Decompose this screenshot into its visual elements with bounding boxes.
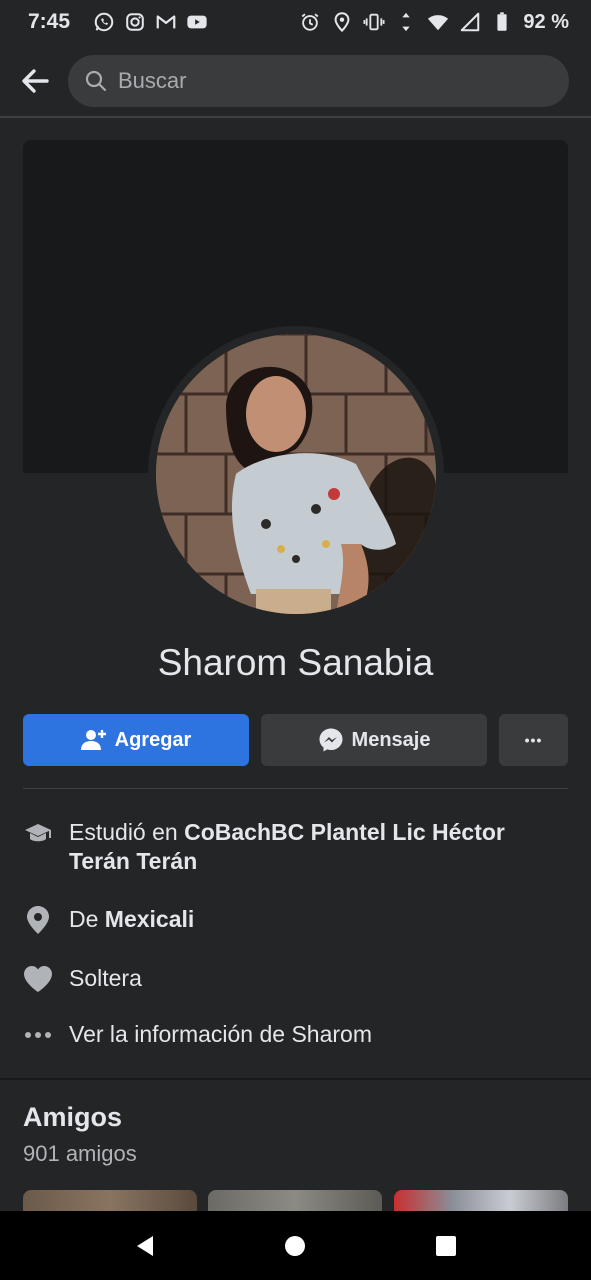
see-about-info-link[interactable]: Ver la información de Sharom xyxy=(23,1020,568,1050)
nav-recents-button[interactable] xyxy=(426,1226,466,1266)
intro-hometown: De Mexicali xyxy=(23,905,568,935)
profile-picture-frame xyxy=(148,326,444,622)
message-label: Mensaje xyxy=(351,728,431,751)
friend-thumbnail[interactable] xyxy=(23,1190,197,1212)
education-prefix: Estudió en xyxy=(69,819,185,845)
system-navigation-bar xyxy=(0,1211,591,1280)
section-divider xyxy=(23,788,568,789)
friends-title[interactable]: Amigos xyxy=(23,1102,122,1133)
youtube-icon xyxy=(186,11,208,33)
see-about-info-label: Ver la información de Sharom xyxy=(69,1021,372,1047)
section-separator xyxy=(0,1078,591,1080)
instagram-icon xyxy=(124,11,146,33)
hometown-prefix: De xyxy=(69,906,105,932)
intro-education: Estudió en CoBachBC Plantel Lic Héctor T… xyxy=(23,818,568,876)
messenger-icon xyxy=(318,727,344,753)
top-bar xyxy=(0,48,591,114)
add-friend-icon xyxy=(80,728,107,752)
triangle-back-icon xyxy=(137,1235,154,1256)
data-arrows-icon xyxy=(395,11,417,33)
search-bar[interactable] xyxy=(68,55,569,107)
profile-name: Sharom Sanabia xyxy=(157,642,434,683)
vibrate-icon xyxy=(363,11,385,33)
top-divider xyxy=(0,116,591,118)
status-bar: 7:45 92 % xyxy=(0,0,591,44)
intro-relationship: Soltera xyxy=(23,964,568,994)
message-button[interactable]: Mensaje xyxy=(261,714,487,766)
heart-icon xyxy=(23,964,53,994)
back-button[interactable] xyxy=(18,64,52,98)
friend-thumbnail[interactable] xyxy=(208,1190,382,1212)
nav-home-button[interactable] xyxy=(275,1226,315,1266)
graduation-cap-icon xyxy=(23,818,53,848)
signal-icon xyxy=(459,11,481,33)
battery-percent: 92 % xyxy=(523,10,569,33)
more-options-button[interactable]: ••• xyxy=(499,714,568,766)
facebook-profile-screen: 7:45 92 % Buscar Sharom Sanabia Agregar … xyxy=(0,0,591,1280)
square-recents-icon xyxy=(435,1235,456,1256)
profile-picture[interactable] xyxy=(156,334,436,614)
nav-back-button[interactable] xyxy=(125,1226,165,1266)
wifi-icon xyxy=(427,11,449,33)
location-icon xyxy=(331,11,353,33)
battery-icon xyxy=(491,11,513,33)
more-horizontal-icon xyxy=(23,1020,53,1050)
search-input[interactable] xyxy=(118,68,553,94)
gmail-icon xyxy=(155,11,177,33)
friend-thumbnail[interactable] xyxy=(394,1190,568,1212)
more-dots-icon: ••• xyxy=(524,732,543,748)
circle-home-icon xyxy=(285,1235,306,1256)
status-time: 7:45 xyxy=(28,10,71,33)
profile-photo-image xyxy=(156,334,436,614)
relationship-status: Soltera xyxy=(69,965,142,991)
location-pin-icon xyxy=(23,905,53,935)
hometown-city[interactable]: Mexicali xyxy=(105,906,195,932)
arrow-left-icon xyxy=(22,69,49,93)
friends-count: 901 amigos xyxy=(23,1141,137,1166)
add-friend-label: Agregar xyxy=(114,728,192,751)
search-icon xyxy=(85,70,107,92)
add-friend-button[interactable]: Agregar xyxy=(23,714,249,766)
alarm-icon xyxy=(299,11,321,33)
whatsapp-icon xyxy=(93,11,115,33)
